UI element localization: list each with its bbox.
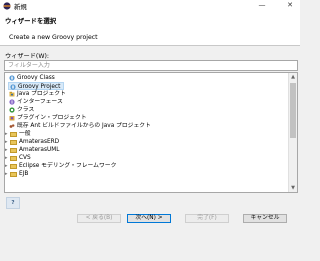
close-icon[interactable]: ✕ bbox=[283, 1, 297, 10]
scrollbar-thumb[interactable] bbox=[290, 83, 296, 138]
tree-item-label: Eclipse モデリング・フレームワーク bbox=[19, 163, 117, 169]
tree-item-java-project[interactable]: Java プロジェクト bbox=[8, 90, 158, 98]
folder-icon bbox=[10, 148, 17, 153]
tree-item-label: CVS bbox=[19, 155, 31, 161]
tree-item-label: インターフェース bbox=[17, 99, 63, 105]
button-bar: < 戻る(B) 次へ(N) > 完了(F) キャンセル bbox=[0, 212, 300, 261]
window-title: 新規 bbox=[14, 3, 27, 11]
tree-item-label: クラス bbox=[17, 107, 35, 113]
plugin-icon bbox=[9, 116, 15, 121]
banner-title: ウィザードを選択 bbox=[5, 17, 57, 25]
banner-description: Create a new Groovy project bbox=[9, 34, 98, 41]
finish-button[interactable]: 完了(F) bbox=[185, 214, 229, 223]
tree-item-label: 一般 bbox=[19, 131, 31, 137]
groovy-icon bbox=[9, 75, 15, 81]
tree-item-interface[interactable]: インターフェース bbox=[8, 98, 158, 106]
tree-item-class[interactable]: クラス bbox=[8, 106, 158, 114]
tree-item-ejb[interactable]: ▸ EJB bbox=[5, 170, 155, 178]
folder-icon bbox=[10, 156, 17, 161]
wizards-label: ウィザード(W): bbox=[5, 53, 49, 60]
tree-item-plugin-project[interactable]: プラグイン・プロジェクト bbox=[8, 114, 158, 122]
new-wizard-dialog: 新規 — ✕ ウィザードを選択 Create a new Groovy proj… bbox=[0, 0, 300, 261]
folder-icon bbox=[10, 164, 17, 169]
class-icon bbox=[9, 107, 15, 113]
minimize-icon[interactable]: — bbox=[255, 1, 269, 10]
next-button[interactable]: 次へ(N) > bbox=[127, 214, 171, 223]
tree-item-amaterasuml[interactable]: ▸ AmaterasUML bbox=[5, 146, 155, 154]
tree-item-ant-java-project[interactable]: 既存 Ant ビルドファイルからの Java プロジェクト bbox=[8, 122, 208, 130]
tree-item-label: 既存 Ant ビルドファイルからの Java プロジェクト bbox=[17, 123, 151, 129]
folder-icon bbox=[10, 172, 17, 177]
cancel-button[interactable]: キャンセル bbox=[243, 214, 287, 223]
folder-icon bbox=[10, 132, 17, 137]
tree-scrollbar[interactable]: ▲ ▼ bbox=[288, 73, 297, 192]
wizard-tree[interactable]: Groovy Class Groovy Project Java プロジェクト … bbox=[4, 72, 298, 193]
scroll-up-icon[interactable]: ▲ bbox=[289, 73, 297, 81]
tree-item-amateraserd[interactable]: ▸ AmaterasERD bbox=[5, 138, 155, 146]
tree-item-label: AmaterasUML bbox=[19, 147, 60, 153]
tree-item-label: Groovy Class bbox=[17, 75, 55, 81]
tree-item-cvs[interactable]: ▸ CVS bbox=[5, 154, 155, 162]
tree-item-label: AmaterasERD bbox=[19, 139, 60, 145]
tree-item-label: EJB bbox=[19, 171, 29, 177]
wizard-banner: ウィザードを選択 Create a new Groovy project bbox=[0, 12, 300, 46]
ant-icon bbox=[9, 124, 15, 128]
tree-item-general[interactable]: ▸ 一般 bbox=[5, 130, 155, 138]
tree-item-groovy-project[interactable]: Groovy Project bbox=[8, 82, 64, 90]
tree-item-label: Java プロジェクト bbox=[17, 91, 66, 97]
help-icon[interactable]: ? bbox=[6, 197, 20, 209]
scroll-down-icon[interactable]: ▼ bbox=[289, 184, 297, 192]
java-project-icon bbox=[9, 91, 15, 97]
tree-item-groovy-class[interactable]: Groovy Class bbox=[8, 74, 158, 82]
interface-icon bbox=[9, 99, 15, 105]
tree-item-label: プラグイン・プロジェクト bbox=[17, 115, 87, 121]
eclipse-app-icon bbox=[3, 2, 11, 10]
back-button[interactable]: < 戻る(B) bbox=[77, 214, 121, 223]
filter-input[interactable] bbox=[4, 60, 298, 71]
folder-icon bbox=[10, 140, 17, 145]
tree-item-emf[interactable]: ▸ Eclipse モデリング・フレームワーク bbox=[5, 162, 205, 170]
